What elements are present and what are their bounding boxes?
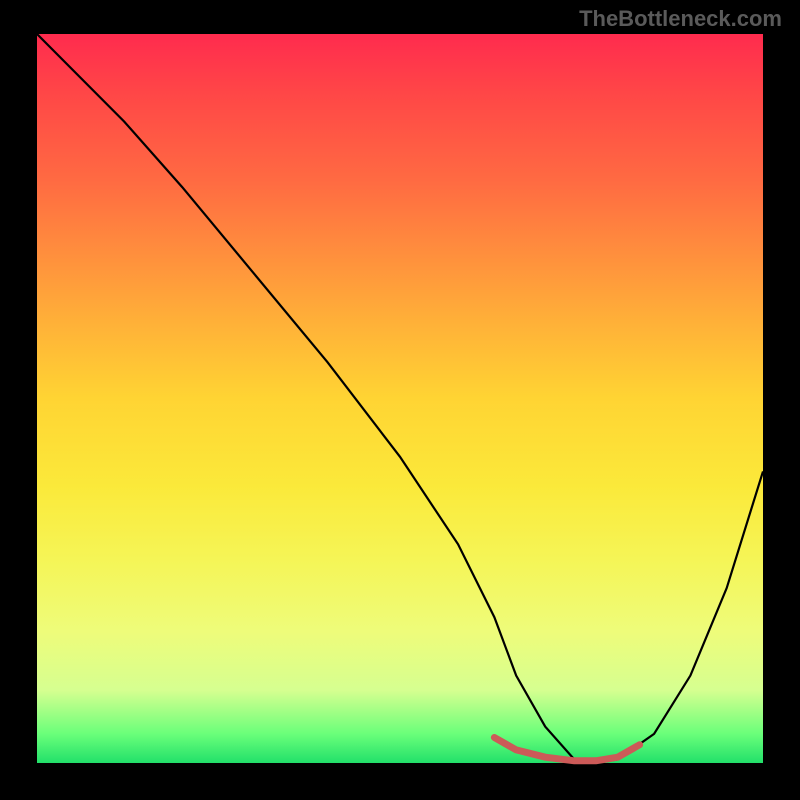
low-band-path <box>494 737 639 760</box>
watermark-text: TheBottleneck.com <box>579 6 782 32</box>
bottleneck-curve-path <box>37 34 763 763</box>
chart-plot-area <box>37 34 763 763</box>
chart-svg <box>37 34 763 763</box>
